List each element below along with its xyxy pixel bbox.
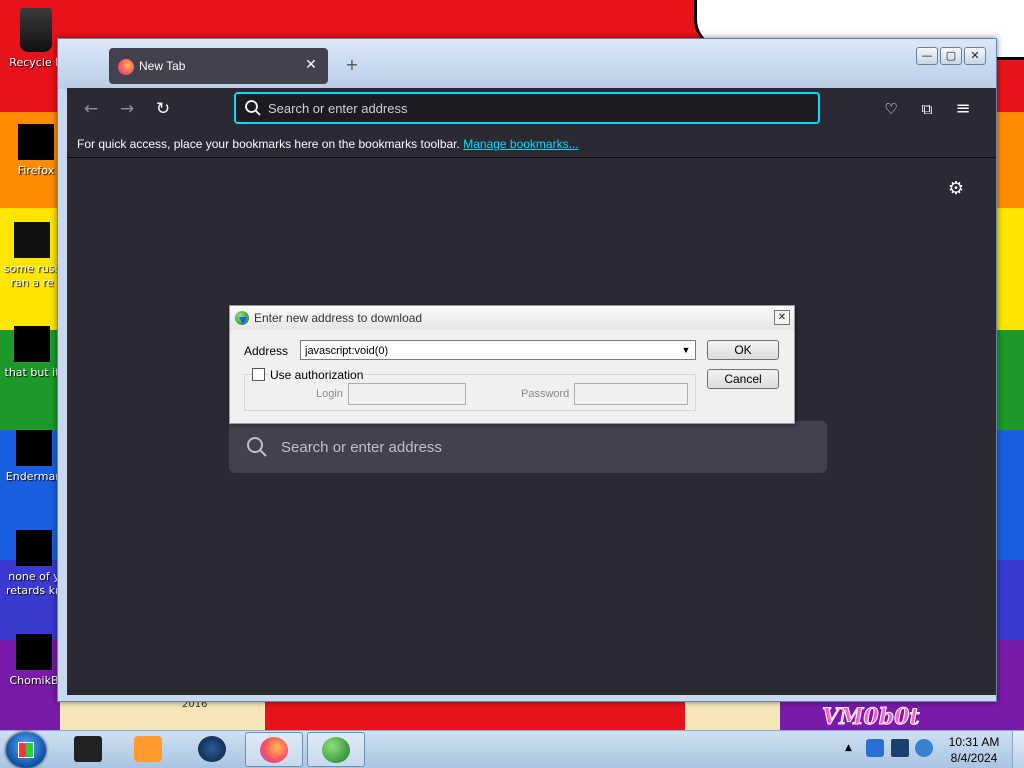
cancel-button[interactable]: Cancel bbox=[707, 369, 779, 389]
new-tab-page: ⚙ bbox=[67, 159, 996, 695]
navigation-toolbar: ← → ↻ ♡ ⧉ ≡ bbox=[67, 88, 996, 130]
new-tab-search[interactable] bbox=[229, 421, 827, 473]
firefox-icon bbox=[118, 59, 134, 75]
recycle-bin-icon bbox=[20, 8, 52, 52]
desktop-icon-that-but[interactable]: that but it bbox=[0, 326, 64, 380]
minimize-button[interactable]: — bbox=[916, 47, 938, 65]
manage-bookmarks-link[interactable]: Manage bookmarks... bbox=[463, 137, 578, 151]
taskbar-item-terminal[interactable] bbox=[60, 732, 118, 767]
login-label: Login bbox=[316, 388, 343, 400]
close-window-button[interactable]: ✕ bbox=[964, 47, 986, 65]
app-icon bbox=[16, 530, 52, 566]
address-label: Address bbox=[244, 344, 289, 358]
bookmarks-toolbar: For quick access, place your bookmarks h… bbox=[67, 130, 996, 158]
desktop-icon-label: some russ ran a re bbox=[3, 262, 61, 289]
back-button[interactable]: ← bbox=[79, 97, 103, 121]
tray-volume-icon[interactable] bbox=[915, 739, 933, 757]
bookmarks-hint: For quick access, place your bookmarks h… bbox=[77, 137, 460, 151]
file-icon bbox=[14, 222, 50, 258]
window-controls: — ▢ ✕ bbox=[916, 47, 986, 65]
taskbar-item-idm[interactable] bbox=[307, 732, 365, 767]
url-input[interactable] bbox=[268, 98, 808, 118]
address-input[interactable] bbox=[305, 343, 675, 358]
reload-button[interactable]: ↻ bbox=[151, 97, 175, 121]
chevron-down-icon[interactable]: ▼ bbox=[679, 343, 693, 357]
clock-date: 8/4/2024 bbox=[950, 751, 998, 765]
password-input bbox=[575, 384, 687, 404]
tab-title: New Tab bbox=[139, 59, 186, 73]
idm-icon bbox=[322, 737, 350, 763]
login-field bbox=[348, 383, 466, 405]
use-authorization-checkbox[interactable] bbox=[252, 368, 265, 381]
taskbar-item-firefox[interactable] bbox=[245, 732, 303, 767]
search-icon bbox=[247, 437, 267, 457]
taskbar: ▲ 10:31 AM 8/4/2024 bbox=[0, 730, 1024, 768]
show-desktop-button[interactable] bbox=[1012, 731, 1024, 768]
tray-expand-icon[interactable]: ▲ bbox=[845, 743, 852, 753]
idm-icon bbox=[235, 311, 249, 325]
chomikbox-icon bbox=[16, 634, 52, 670]
address-combobox[interactable]: ▼ bbox=[300, 340, 696, 360]
enderman-icon bbox=[16, 430, 52, 466]
tray-display-icon[interactable] bbox=[891, 739, 909, 757]
wallpaper-bottom-red bbox=[265, 700, 685, 732]
dialog-close-button[interactable]: ✕ bbox=[774, 310, 790, 325]
tab-new-tab[interactable]: New Tab ✕ bbox=[109, 48, 328, 84]
terminal-icon bbox=[74, 736, 102, 762]
firefox-icon bbox=[260, 737, 288, 763]
extensions-icon[interactable]: ⧉ bbox=[915, 97, 939, 121]
start-button[interactable] bbox=[6, 732, 46, 768]
pocket-icon[interactable]: ♡ bbox=[879, 97, 903, 121]
desktop-icon-some-russ[interactable]: some russ ran a re bbox=[0, 222, 64, 290]
clock-time: 10:31 AM bbox=[948, 735, 1000, 749]
dialog-title: Enter new address to download bbox=[254, 311, 423, 325]
tab-close-icon[interactable]: ✕ bbox=[302, 56, 320, 74]
login-input bbox=[349, 384, 465, 404]
use-authorization-label: Use authorization bbox=[268, 368, 366, 382]
taskbar-item-steam[interactable] bbox=[184, 732, 242, 767]
download-address-dialog: Enter new address to download ✕ Address … bbox=[229, 305, 795, 424]
password-field bbox=[574, 383, 688, 405]
dialog-titlebar[interactable]: Enter new address to download ✕ bbox=[230, 306, 794, 330]
wallpaper-text: VM0b0t bbox=[822, 704, 921, 731]
settings-gear-icon[interactable]: ⚙ bbox=[946, 179, 966, 199]
url-bar[interactable] bbox=[234, 92, 820, 124]
clock[interactable]: 10:31 AM 8/4/2024 bbox=[944, 734, 1004, 766]
tray-network-icon[interactable] bbox=[866, 739, 884, 757]
new-tab-search-input[interactable] bbox=[281, 436, 801, 458]
desktop-icon-label: that but it bbox=[4, 366, 60, 379]
window-icon bbox=[14, 326, 50, 362]
taskbar-item-media-player[interactable] bbox=[120, 732, 178, 767]
ok-button[interactable]: OK bbox=[707, 340, 779, 360]
firefox-icon bbox=[18, 124, 54, 160]
windows-logo-icon bbox=[18, 742, 34, 758]
forward-button[interactable]: → bbox=[115, 97, 139, 121]
search-icon bbox=[245, 100, 261, 116]
maximize-button[interactable]: ▢ bbox=[940, 47, 962, 65]
new-tab-button[interactable]: + bbox=[343, 56, 361, 74]
menu-icon[interactable]: ≡ bbox=[951, 97, 975, 121]
media-player-icon bbox=[134, 736, 162, 762]
steam-icon bbox=[198, 736, 226, 762]
password-label: Password bbox=[521, 388, 570, 400]
